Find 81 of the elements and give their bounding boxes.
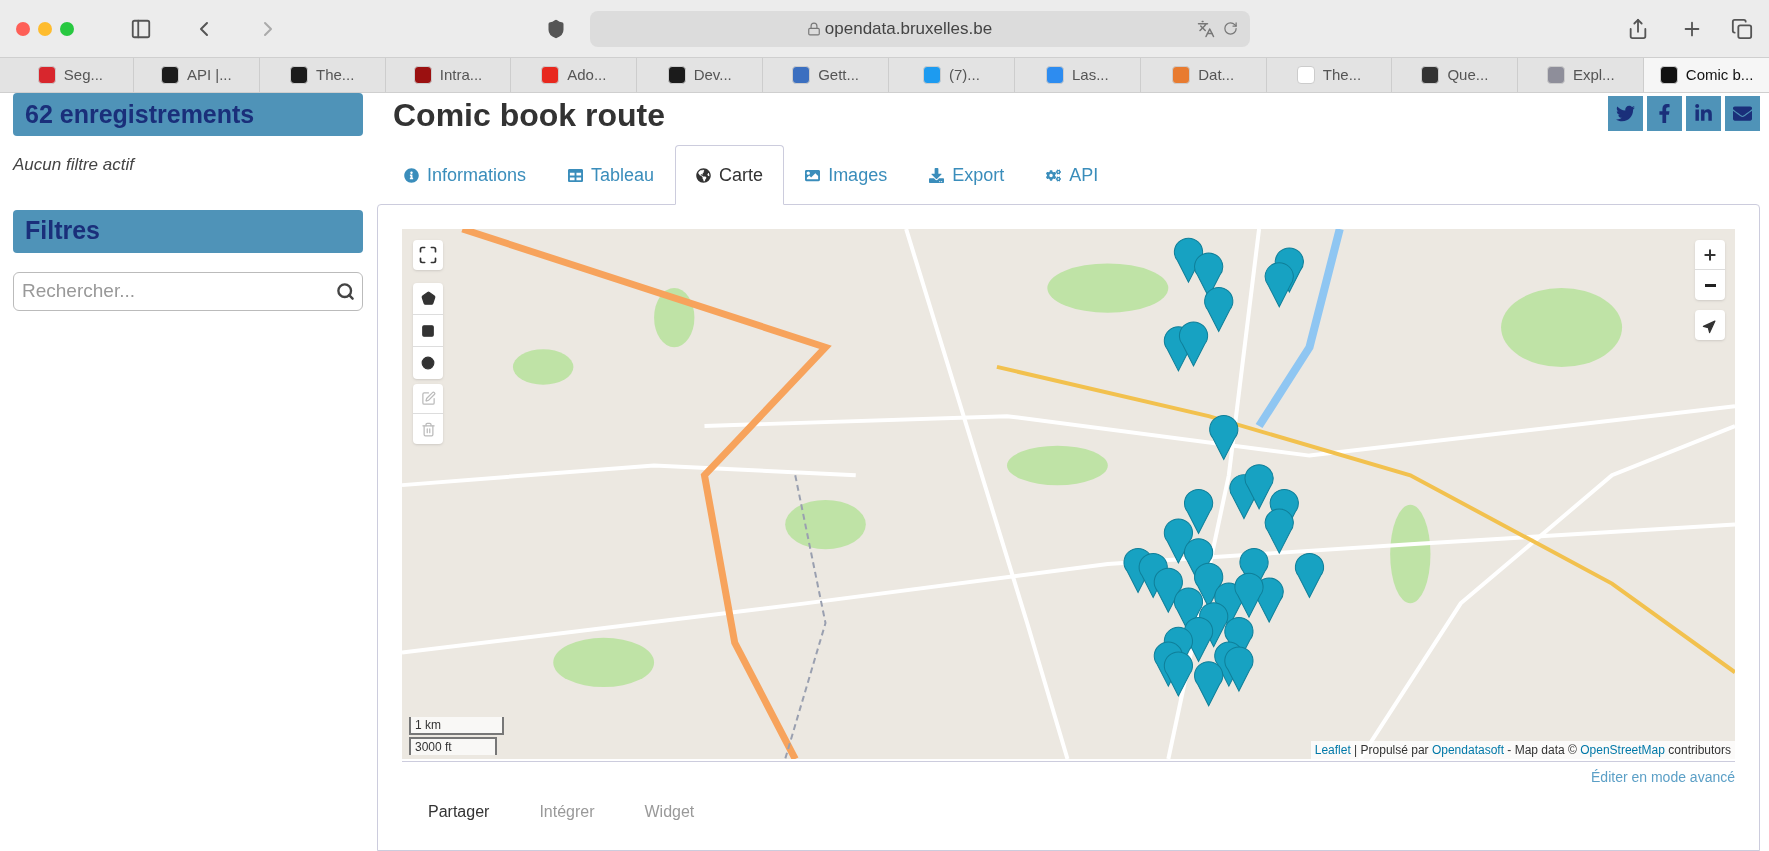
favicon-icon <box>1045 66 1064 84</box>
close-window-icon[interactable] <box>16 21 30 36</box>
gears-icon <box>1046 167 1062 183</box>
share-twitter-button[interactable] <box>1608 96 1643 131</box>
address-field[interactable]: opendata.bruxelles.be <box>590 10 1250 47</box>
fullscreen-button[interactable] <box>413 240 443 270</box>
page-tab[interactable]: API <box>1025 145 1120 205</box>
browser-tab[interactable]: Ado... <box>511 58 638 92</box>
browser-tab[interactable]: Dev... <box>637 58 764 92</box>
favicon-icon <box>160 66 179 84</box>
sidebar-icon[interactable] <box>130 17 152 40</box>
favicon-icon <box>37 66 56 84</box>
share-icon[interactable] <box>1627 17 1649 40</box>
page-tab[interactable]: Export <box>908 145 1026 205</box>
favicon-icon <box>1421 66 1440 84</box>
square-icon <box>421 323 435 338</box>
page-tab[interactable]: Informations <box>383 145 548 205</box>
locate-button[interactable] <box>1695 310 1725 340</box>
share-linkedin-button[interactable] <box>1686 96 1721 131</box>
browser-tab[interactable]: The... <box>1266 58 1393 92</box>
plus-icon <box>1702 246 1718 263</box>
lock-icon <box>806 21 821 36</box>
favicon-icon <box>923 66 941 84</box>
search-icon[interactable] <box>336 281 355 301</box>
records-count-heading: 62 enregistrements <box>13 93 363 136</box>
trash-icon <box>420 421 436 437</box>
favicon-icon <box>289 66 308 84</box>
filter-status-text: Aucun filtre actif <box>13 154 137 176</box>
globe-icon <box>696 167 712 183</box>
browser-tab[interactable]: Que... <box>1392 58 1519 92</box>
search-field[interactable]: Rechercher... <box>13 271 363 311</box>
browser-tab[interactable]: Gett... <box>763 58 889 92</box>
table-icon <box>568 167 584 183</box>
share-facebook-button[interactable] <box>1647 96 1682 131</box>
favicon-icon <box>413 66 432 84</box>
minus-icon <box>1704 283 1716 287</box>
map-attribution: Leaflet | Propulsé par Opendatasoft - Map data © OpenStreetMap contributors <box>1310 741 1735 759</box>
page-tab[interactable]: Images <box>784 145 909 205</box>
attribution-link[interactable]: Leaflet <box>1314 743 1351 757</box>
browser-tab[interactable]: Seg... <box>8 58 134 92</box>
shield-icon[interactable] <box>546 18 566 39</box>
favicon-icon <box>1659 66 1678 84</box>
browser-tab[interactable]: Las... <box>1014 58 1141 92</box>
image-icon <box>805 167 821 183</box>
share-email-button[interactable] <box>1725 96 1760 131</box>
pentagon-icon <box>420 291 436 306</box>
linkedin-icon <box>1694 104 1713 123</box>
favicon-icon <box>1546 66 1565 84</box>
page-tab[interactable]: Tableau <box>547 145 676 205</box>
filters-heading: Filtres <box>13 209 363 253</box>
favicon-icon <box>541 66 560 84</box>
browser-tab[interactable]: (7)... <box>889 58 1015 92</box>
advanced-edit-link[interactable]: Éditer en mode avancé <box>1591 768 1735 786</box>
browser-tab[interactable]: Expl... <box>1518 58 1645 92</box>
info-icon <box>404 167 419 183</box>
attribution-link[interactable]: Opendatasoft <box>1431 743 1504 757</box>
favicon-icon <box>667 66 686 84</box>
map-scale: 3000 ft <box>409 737 497 755</box>
address-text: opendata.bruxelles.be <box>824 17 993 40</box>
embed-tab[interactable]: Partager <box>408 802 510 822</box>
page-title: Comic book route <box>393 96 665 135</box>
browser-tab[interactable]: Intra... <box>385 58 512 92</box>
browser-tab[interactable]: Dat... <box>1140 58 1267 92</box>
browser-tab[interactable]: The... <box>259 58 386 92</box>
envelope-icon <box>1733 104 1752 123</box>
twitter-icon <box>1616 104 1635 123</box>
tab-overview-icon[interactable] <box>1731 17 1753 40</box>
page-tab[interactable]: Carte <box>675 145 785 205</box>
favicon-icon <box>1296 66 1315 84</box>
download-icon <box>929 167 945 183</box>
edit-icon <box>420 391 436 406</box>
circle-icon <box>421 356 435 370</box>
reload-icon[interactable] <box>1223 21 1238 36</box>
fullscreen-icon <box>418 245 438 265</box>
map-scale: 1 km <box>409 717 504 735</box>
favicon-icon <box>1172 66 1191 84</box>
translate-icon[interactable] <box>1197 19 1215 38</box>
browser-tab[interactable]: API |... <box>133 58 260 92</box>
browser-tab[interactable]: Comic b... <box>1644 58 1769 92</box>
attribution-link[interactable]: OpenStreetMap <box>1580 743 1665 757</box>
favicon-icon <box>792 66 811 84</box>
